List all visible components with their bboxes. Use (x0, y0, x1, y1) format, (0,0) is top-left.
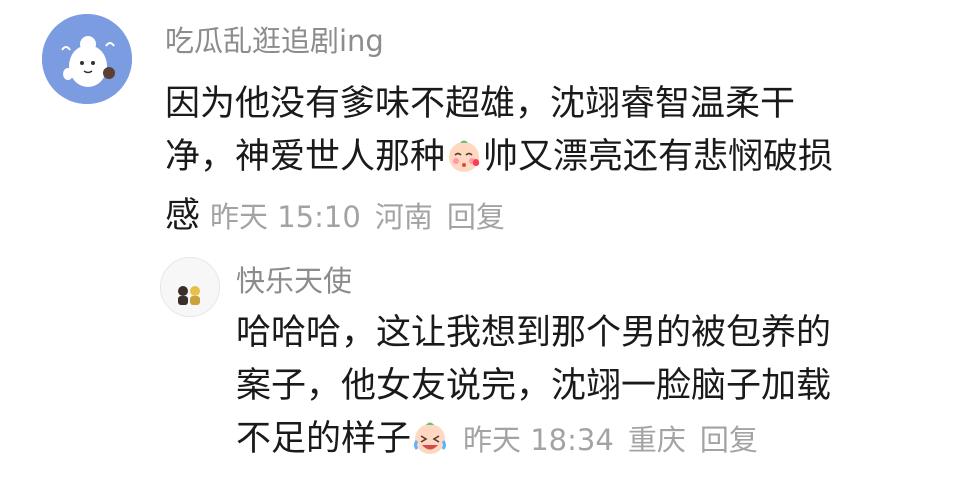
comment-text-line: 净，神爱世人那种 帅又漂亮还有悲悯破损 (165, 131, 833, 190)
avatar-figures-icon (161, 258, 219, 316)
avatar-cartoon-icon (42, 14, 132, 104)
comment-meta: 昨天 15:10 河南 回复 (210, 200, 519, 234)
comment-text-segment: 帅又漂亮还有悲悯破损 (483, 137, 834, 177)
comment-text-segment: 感 (165, 196, 201, 236)
comment-time: 昨天 15:10 (210, 200, 361, 234)
reply-meta: 昨天 18:34 重庆 回复 (463, 423, 772, 457)
comment-text-line: 感昨天 15:10 河南 回复 (165, 190, 833, 244)
reply-text-line: 哈哈哈，这让我想到那个男的被包养的 (236, 313, 832, 353)
reply-username[interactable]: 快乐天使 (236, 258, 352, 300)
avatar[interactable] (42, 14, 132, 104)
comment-text-line: 因为他没有爹味不超雄，沈翊睿智温柔干 (165, 84, 796, 124)
reply-location: 重庆 (627, 423, 686, 457)
reply-time: 昨天 18:34 (463, 423, 614, 457)
comment-text-segment: 净，神爱世人那种 (165, 137, 446, 177)
comment-location: 河南 (374, 200, 433, 234)
comment-username[interactable]: 吃瓜乱逛追剧ing (165, 18, 384, 60)
reply-button[interactable]: 回复 (447, 200, 505, 234)
laugh-cry-emoji-icon (412, 419, 448, 472)
kiss-blush-emoji-icon (446, 137, 482, 190)
comment-text: 因为他没有爹味不超雄，沈翊睿智温柔干 净，神爱世人那种 帅又漂亮还有悲悯破损 感昨… (165, 78, 833, 244)
reply-button[interactable]: 回复 (700, 423, 758, 457)
reply-avatar[interactable] (160, 257, 220, 317)
reply-text-line: 不足的样子 昨天 18:34 重庆 回复 (236, 413, 831, 472)
reply-text-segment: 不足的样子 (236, 419, 412, 459)
reply-text-line: 案子，他女友说完，沈翊一脸脑子加载 (236, 366, 832, 406)
reply-text: 哈哈哈，这让我想到那个男的被包养的 案子，他女友说完，沈翊一脸脑子加载 不足的样… (236, 307, 831, 472)
